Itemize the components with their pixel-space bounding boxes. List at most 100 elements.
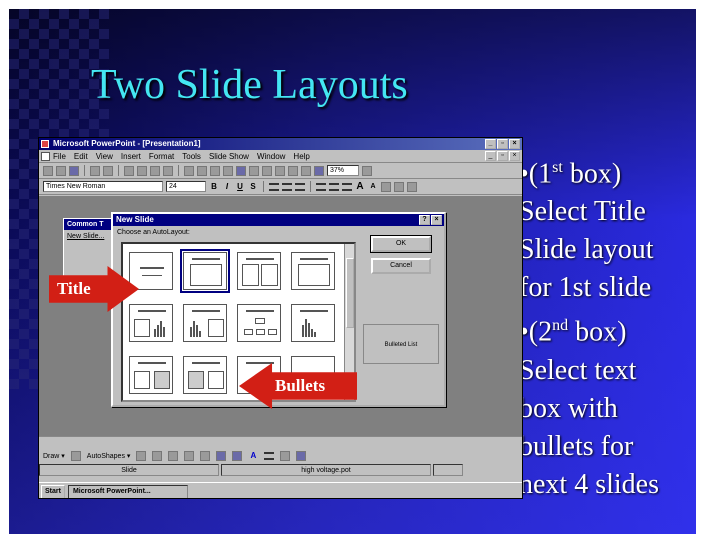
font-size-select[interactable]: 24 xyxy=(166,181,206,192)
increase-font-icon[interactable]: A xyxy=(355,181,365,192)
powerpoint-window: Microsoft PowerPoint - [Presentation1] _… xyxy=(38,137,523,499)
hyperlink-icon[interactable] xyxy=(210,165,220,176)
cut-icon[interactable] xyxy=(124,165,134,176)
font-select[interactable]: Times New Roman xyxy=(43,181,163,192)
layout-two-column-text[interactable] xyxy=(237,252,281,290)
copy-icon[interactable] xyxy=(137,165,147,176)
layout-bulleted-list[interactable] xyxy=(180,249,230,293)
dialog-help-button[interactable]: ? xyxy=(419,215,430,225)
numbering-icon[interactable] xyxy=(316,182,326,191)
draw-menu[interactable]: Draw ▾ xyxy=(43,452,65,460)
start-button[interactable]: Start xyxy=(41,484,65,498)
insert-clipart-icon[interactable] xyxy=(262,165,272,176)
demote-icon[interactable] xyxy=(394,181,404,192)
layout-text-box xyxy=(134,319,150,337)
ok-button[interactable]: OK xyxy=(371,236,431,252)
taskbar-powerpoint[interactable]: Microsoft PowerPoint... xyxy=(67,484,188,498)
rectangle-icon[interactable] xyxy=(152,451,163,461)
layout-clipart-text[interactable] xyxy=(183,356,227,394)
menu-slide-show[interactable]: Slide Show xyxy=(209,152,249,161)
show-formatting-icon[interactable] xyxy=(301,165,311,176)
menu-edit[interactable]: Edit xyxy=(74,152,88,161)
bullet-line-8: bullets for xyxy=(519,430,634,462)
menu-view[interactable]: View xyxy=(96,152,113,161)
animation-effects-icon[interactable] xyxy=(407,181,417,192)
layout-title-line xyxy=(300,258,328,260)
minimize-button[interactable]: _ xyxy=(485,139,496,149)
italic-button[interactable]: I xyxy=(222,182,232,192)
menu-tools[interactable]: Tools xyxy=(182,152,201,161)
print-icon[interactable] xyxy=(90,165,100,176)
underline-button[interactable]: U xyxy=(235,182,245,192)
decrease-font-icon[interactable]: A xyxy=(368,182,378,192)
align-right-icon[interactable] xyxy=(295,182,305,191)
fill-color-icon[interactable] xyxy=(216,451,227,461)
paste-icon[interactable] xyxy=(150,165,160,176)
slide-title: Two Slide Layouts xyxy=(91,62,408,108)
layout-title-line xyxy=(246,362,274,364)
bullets-icon[interactable] xyxy=(329,182,339,191)
menu-help[interactable]: Help xyxy=(293,152,309,161)
increase-indent-icon[interactable] xyxy=(342,182,352,191)
layout-chart-bars xyxy=(154,321,165,337)
window-title: Microsoft PowerPoint - [Presentation1] xyxy=(53,139,201,148)
shadow-icon[interactable] xyxy=(280,451,291,461)
layout-chart-bars xyxy=(190,321,201,337)
menu-file[interactable]: File xyxy=(53,152,66,161)
web-toolbar-icon[interactable] xyxy=(223,165,233,176)
align-left-icon[interactable] xyxy=(269,182,279,191)
line-style-icon[interactable] xyxy=(264,452,275,460)
autoshapes-menu[interactable]: AutoShapes ▾ xyxy=(87,452,131,460)
undo-icon[interactable] xyxy=(184,165,194,176)
redo-icon[interactable] xyxy=(197,165,207,176)
bold-button[interactable]: B xyxy=(209,182,219,192)
layout-org-chart[interactable] xyxy=(237,304,281,342)
spelling-icon[interactable] xyxy=(103,165,113,176)
3d-icon[interactable] xyxy=(296,451,307,461)
layout-text-box xyxy=(208,371,224,389)
doc-close-button[interactable]: × xyxy=(509,151,520,161)
doc-minimize-button[interactable]: _ xyxy=(485,151,496,161)
toolbar-separator xyxy=(178,165,179,176)
promote-icon[interactable] xyxy=(381,181,391,192)
font-color-icon[interactable]: A xyxy=(248,451,258,461)
insert-table-icon[interactable] xyxy=(236,165,246,176)
layout-chart[interactable] xyxy=(291,304,335,342)
status-slide: Slide xyxy=(39,464,219,476)
textbox-icon[interactable] xyxy=(184,451,195,461)
menu-format[interactable]: Format xyxy=(149,152,174,161)
wordart-icon[interactable] xyxy=(200,451,211,461)
open-icon[interactable] xyxy=(56,165,66,176)
align-center-icon[interactable] xyxy=(282,182,292,191)
grayscale-icon[interactable] xyxy=(314,165,324,176)
layout-chart-text[interactable] xyxy=(183,304,227,342)
scrollbar-thumb[interactable] xyxy=(346,258,354,328)
close-button[interactable]: × xyxy=(509,139,520,149)
layout-text-clipart[interactable] xyxy=(129,356,173,394)
menu-insert[interactable]: Insert xyxy=(121,152,141,161)
line-icon[interactable] xyxy=(136,451,147,461)
layout-text-chart[interactable] xyxy=(129,304,173,342)
insert-chart-icon[interactable] xyxy=(249,165,259,176)
new-icon[interactable] xyxy=(43,165,53,176)
doc-restore-button[interactable]: ▫ xyxy=(497,151,508,161)
expand-all-icon[interactable] xyxy=(288,165,298,176)
format-painter-icon[interactable] xyxy=(163,165,173,176)
powerpoint-icon xyxy=(41,140,49,148)
new-slide-icon[interactable] xyxy=(275,165,285,176)
shadow-button[interactable]: S xyxy=(248,182,258,192)
layout-chart-bars xyxy=(302,319,316,337)
save-icon[interactable] xyxy=(69,165,79,176)
line-color-icon[interactable] xyxy=(232,451,243,461)
oval-icon[interactable] xyxy=(168,451,179,461)
maximize-button[interactable]: ▫ xyxy=(497,139,508,149)
bullet-line-3: Slide layout xyxy=(519,234,654,266)
select-objects-icon[interactable] xyxy=(70,451,81,461)
layout-table[interactable] xyxy=(291,252,335,290)
help-icon[interactable] xyxy=(362,165,372,176)
layout-title-slide[interactable] xyxy=(129,252,173,290)
menu-window[interactable]: Window xyxy=(257,152,285,161)
cancel-button[interactable]: Cancel xyxy=(371,258,431,274)
dialog-close-button[interactable]: × xyxy=(431,215,442,225)
zoom-select[interactable]: 37% xyxy=(327,165,359,176)
